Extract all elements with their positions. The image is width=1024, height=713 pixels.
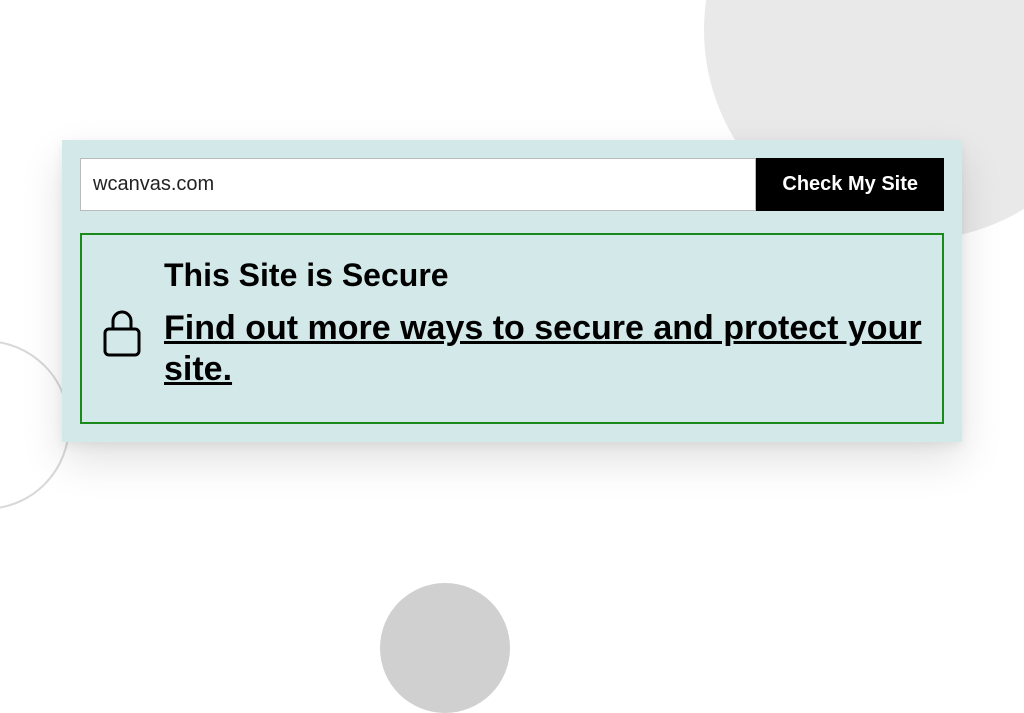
secure-heading: This Site is Secure [164, 257, 924, 294]
result-text: This Site is Secure Find out more ways t… [164, 257, 924, 390]
site-url-input[interactable] [80, 158, 756, 211]
secure-result-panel: This Site is Secure Find out more ways t… [80, 233, 944, 424]
learn-more-link[interactable]: Find out more ways to secure and protect… [164, 308, 924, 390]
decorative-ring [0, 340, 70, 510]
lock-icon [100, 257, 144, 359]
site-checker-card: Check My Site This Site is Secure Find o… [62, 140, 962, 442]
check-site-button[interactable]: Check My Site [756, 158, 944, 211]
decorative-circle [380, 583, 510, 713]
check-form: Check My Site [80, 158, 944, 211]
